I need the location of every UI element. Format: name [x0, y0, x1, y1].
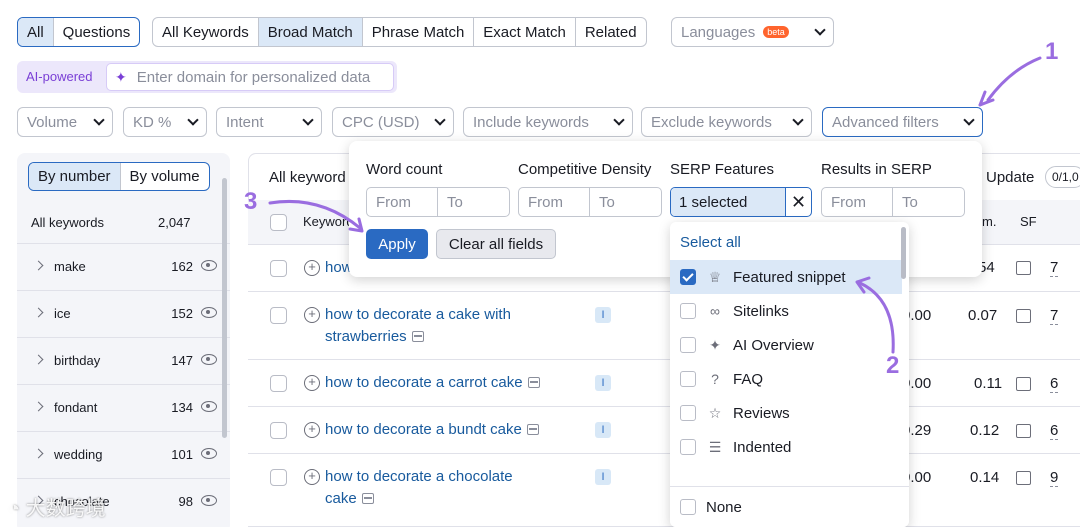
annotation-number-2: 2 [886, 352, 900, 379]
watermark: ◔ 大数跨境 [8, 498, 106, 520]
watermark-text: 大数跨境 [25, 498, 106, 520]
annotation-number-3: 3 [244, 188, 258, 215]
annotation-number-1: 1 [1045, 38, 1059, 65]
annotation-arrow-2 [858, 281, 895, 354]
annotation-arrow-3 [268, 199, 362, 230]
annotation-arrow-1 [986, 56, 1042, 102]
annotation-arrows [268, 56, 1042, 354]
